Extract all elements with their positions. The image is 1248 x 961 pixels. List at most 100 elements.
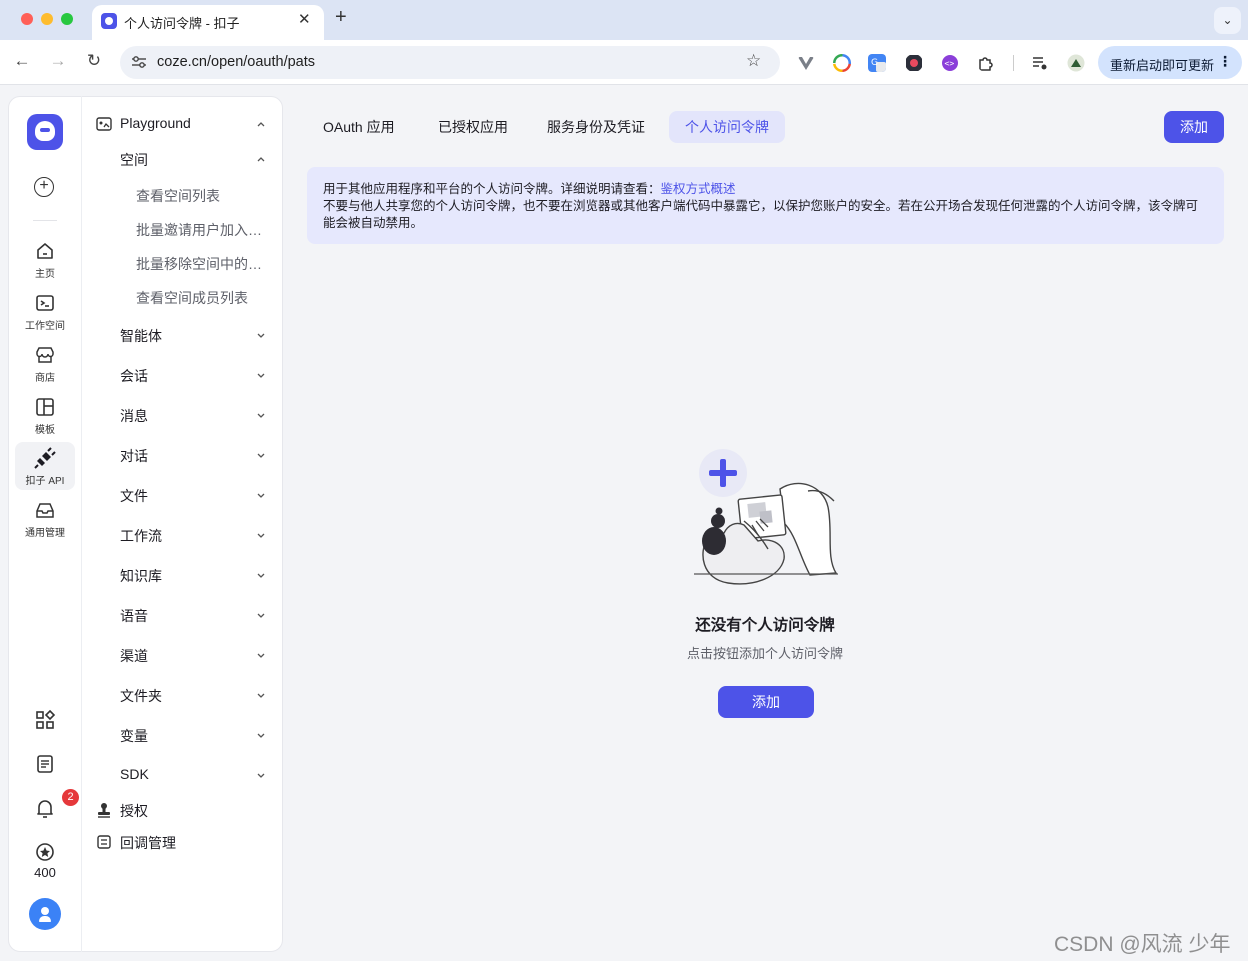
site-settings-icon[interactable] — [131, 55, 147, 69]
playground-icon — [96, 117, 112, 131]
empty-state-title: 还没有个人访问令牌 — [695, 617, 835, 634]
rail-label-general-management: 通用管理 — [25, 528, 65, 539]
nav-item-chat[interactable]: 对话 — [82, 440, 274, 470]
nav-item-file[interactable]: 文件 — [82, 480, 274, 510]
extensions-puzzle-icon[interactable] — [977, 54, 995, 72]
profile-avatar-icon[interactable] — [1067, 54, 1085, 72]
template-layout-icon — [36, 398, 54, 416]
nav-item-message[interactable]: 消息 — [82, 400, 274, 430]
nav-item-sdk[interactable]: SDK — [82, 760, 274, 790]
browser-toolbar: ← → ↻ coze.cn/open/oauth/pats ☆ G <> 重新启… — [0, 40, 1248, 85]
rail-item-general-management[interactable]: 通用管理 — [15, 494, 75, 542]
add-token-button[interactable]: 添加 — [1164, 111, 1224, 143]
nav-label-file: 文件 — [120, 488, 148, 504]
nav-label-playground: Playground — [120, 115, 191, 131]
url-text: coze.cn/open/oauth/pats — [157, 54, 316, 70]
nav-label-sdk: SDK — [120, 766, 149, 782]
user-avatar[interactable] — [29, 898, 61, 930]
nav-item-space[interactable]: 空间 — [82, 144, 274, 174]
chevron-down-icon — [257, 693, 265, 698]
tab-service-identity[interactable]: 服务身份及凭证 — [531, 111, 661, 143]
maximize-window-button[interactable] — [61, 13, 73, 25]
nav-item-variable[interactable]: 变量 — [82, 720, 274, 750]
nav-item-channel[interactable]: 渠道 — [82, 640, 274, 670]
notice-intro-text: 用于其他应用程序和平台的个人访问令牌。详细说明请查看： — [323, 182, 661, 196]
forward-arrow-icon[interactable]: → — [47, 51, 69, 71]
nav-item-list-members[interactable]: 查看空间成员列表 — [82, 282, 274, 312]
apps-grid-icon[interactable] — [34, 709, 56, 731]
rail-item-coze-api[interactable]: 扣子 API — [15, 442, 75, 490]
nav-item-batch-invite[interactable]: 批量邀请用户加入… — [82, 214, 274, 244]
chevron-down-icon — [257, 413, 265, 418]
nav-item-audio[interactable]: 语音 — [82, 600, 274, 630]
store-icon — [36, 347, 54, 363]
tab-oauth-apps[interactable]: OAuth 应用 — [307, 111, 411, 143]
notice-warning-text: 不要与他人共享您的个人访问令牌，也不要在浏览器或其他客户端代码中暴露它，以保护您… — [323, 199, 1199, 230]
back-arrow-icon[interactable]: ← — [11, 51, 33, 71]
rail-item-templates[interactable]: 模板 — [15, 391, 75, 439]
close-window-button[interactable] — [21, 13, 33, 25]
notification-bell-icon[interactable] — [34, 797, 56, 819]
nav-label-list-spaces: 查看空间列表 — [136, 188, 220, 204]
translate-extension-icon[interactable]: G — [868, 54, 886, 72]
address-bar[interactable]: coze.cn/open/oauth/pats ☆ — [120, 46, 780, 79]
coze-logo-icon[interactable] — [27, 114, 63, 150]
tab-authorized-apps[interactable]: 已授权应用 — [422, 111, 524, 143]
nav-item-conversation[interactable]: 会话 — [82, 360, 274, 390]
nav-item-batch-remove[interactable]: 批量移除空间中的… — [82, 248, 274, 278]
nav-item-playground[interactable]: Playground — [82, 109, 274, 139]
nav-label-channel: 渠道 — [120, 648, 148, 664]
tab-personal-access-tokens[interactable]: 个人访问令牌 — [669, 111, 785, 143]
media-control-icon[interactable] — [1031, 54, 1049, 72]
api-plug-icon — [34, 447, 56, 469]
notice-line-1: 用于其他应用程序和平台的个人访问令牌。详细说明请查看：鉴权方式概述 — [323, 181, 1208, 198]
nav-item-list-spaces[interactable]: 查看空间列表 — [82, 180, 274, 210]
nav-item-folder[interactable]: 文件夹 — [82, 680, 274, 710]
vue-devtools-extension-icon[interactable] — [797, 54, 815, 72]
empty-state-add-button[interactable]: 添加 — [718, 686, 814, 718]
relaunch-update-button[interactable]: 重新启动即可更新 ⋮ — [1098, 46, 1242, 79]
tab-search-button[interactable]: ⌄ — [1214, 7, 1241, 34]
nav-item-bot[interactable]: 智能体 — [82, 320, 274, 350]
api-doc-nav: Playground 空间 查看空间列表 批量邀请用户加入… 批量移除空间中的…… — [82, 96, 282, 952]
browser-tab-bar: 个人访问令牌 - 扣子 ✕ + ⌄ — [0, 0, 1248, 40]
chevron-down-icon — [257, 773, 265, 778]
pat-notice-banner: 用于其他应用程序和平台的个人访问令牌。详细说明请查看：鉴权方式概述 不要与他人共… — [307, 167, 1224, 244]
callback-list-icon — [97, 835, 111, 849]
bookmark-star-icon[interactable]: ☆ — [746, 51, 761, 71]
color-extension-icon[interactable] — [833, 54, 851, 72]
browser-tab[interactable]: 个人访问令牌 - 扣子 ✕ — [92, 5, 324, 40]
workspace-terminal-icon — [36, 295, 54, 311]
nav-item-workflow[interactable]: 工作流 — [82, 520, 274, 550]
auth-stamp-icon — [98, 803, 110, 818]
chevron-down-icon — [257, 453, 265, 458]
devtools-extension-icon[interactable]: <> — [941, 54, 959, 72]
rail-item-home[interactable]: 主页 — [15, 235, 75, 283]
rail-item-workspace[interactable]: 工作空间 — [15, 287, 75, 335]
nav-label-variable: 变量 — [120, 728, 148, 744]
new-tab-button[interactable]: + — [335, 6, 347, 29]
nav-item-auth[interactable]: 授权 — [82, 795, 274, 825]
document-icon[interactable] — [34, 753, 56, 775]
chevron-down-icon — [257, 653, 265, 658]
chevron-up-icon — [257, 122, 265, 127]
nav-item-knowledge[interactable]: 知识库 — [82, 560, 274, 590]
nav-label-list-members: 查看空间成员列表 — [136, 290, 248, 306]
chevron-down-icon — [257, 493, 265, 498]
chevron-down-icon — [257, 333, 265, 338]
rail-item-store[interactable]: 商店 — [15, 339, 75, 387]
close-tab-icon[interactable]: ✕ — [298, 10, 311, 28]
create-plus-icon[interactable]: + — [34, 177, 54, 197]
empty-state-description: 点击按钮添加个人访问令牌 — [686, 646, 843, 661]
minimize-window-button[interactable] — [41, 13, 53, 25]
nav-item-callback[interactable]: 回调管理 — [82, 827, 274, 857]
rail-label-store: 商店 — [35, 373, 55, 384]
rail-divider — [33, 220, 57, 221]
relaunch-update-label: 重新启动即可更新 — [1110, 58, 1215, 73]
screenshot-extension-icon[interactable] — [905, 54, 923, 72]
empty-state-illustration — [694, 449, 838, 585]
reload-icon[interactable]: ↻ — [83, 51, 105, 71]
more-menu-icon[interactable]: ⋮ — [1218, 53, 1232, 70]
auth-overview-link[interactable]: 鉴权方式概述 — [661, 182, 736, 196]
credits-star-icon[interactable] — [34, 841, 56, 863]
